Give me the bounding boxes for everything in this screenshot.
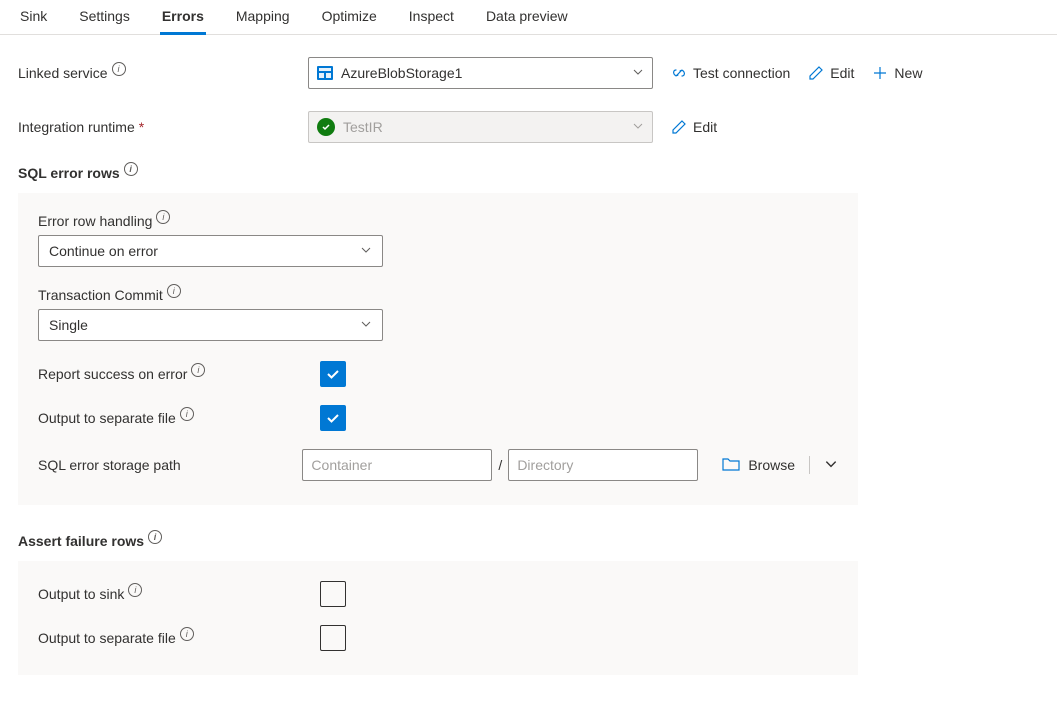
transaction-commit-select[interactable]: Single — [38, 309, 383, 341]
tab-optimize[interactable]: Optimize — [320, 8, 379, 35]
error-row-handling-label: Error row handling — [38, 213, 152, 229]
report-success-on-error-label: Report success on error — [38, 366, 187, 382]
required-indicator: * — [139, 119, 144, 135]
sql-error-storage-path-label: SQL error storage path — [38, 457, 302, 473]
info-icon[interactable]: i — [167, 284, 181, 298]
info-icon[interactable]: i — [191, 363, 205, 377]
integration-runtime-label: Integration runtime — [18, 119, 135, 135]
edit-linked-service-button[interactable]: Edit — [808, 65, 854, 81]
linked-service-value: AzureBlobStorage1 — [341, 65, 462, 81]
linked-service-select[interactable]: AzureBlobStorage1 — [308, 57, 653, 89]
browse-button[interactable]: Browse — [722, 456, 795, 475]
tab-mapping[interactable]: Mapping — [234, 8, 292, 35]
assert-failure-rows-title: Assert failure rows — [18, 533, 144, 549]
success-check-icon — [317, 118, 335, 136]
chevron-down-icon — [632, 119, 644, 135]
chevron-down-icon — [360, 243, 372, 259]
tab-errors[interactable]: Errors — [160, 8, 206, 35]
directory-input[interactable] — [508, 449, 698, 481]
sql-error-rows-panel: Error row handling i Continue on error T… — [18, 193, 858, 505]
browse-more-chevron[interactable] — [824, 457, 838, 474]
tab-settings[interactable]: Settings — [77, 8, 132, 35]
info-icon[interactable]: i — [112, 62, 126, 76]
divider — [809, 456, 810, 474]
plus-icon — [872, 65, 888, 81]
transaction-commit-label: Transaction Commit — [38, 287, 163, 303]
path-separator: / — [498, 457, 502, 473]
error-row-handling-select[interactable]: Continue on error — [38, 235, 383, 267]
tab-bar: Sink Settings Errors Mapping Optimize In… — [0, 0, 1057, 35]
info-icon[interactable]: i — [128, 583, 142, 597]
folder-icon — [722, 456, 740, 475]
assert-failure-rows-panel: Output to sink i Output to separate file… — [18, 561, 858, 675]
output-to-separate-file-checkbox[interactable] — [320, 405, 346, 431]
integration-runtime-value: TestIR — [343, 119, 383, 135]
chevron-down-icon — [360, 317, 372, 333]
chevron-down-icon — [632, 65, 644, 81]
report-success-on-error-checkbox[interactable] — [320, 361, 346, 387]
new-linked-service-button[interactable]: New — [872, 65, 922, 81]
tab-sink[interactable]: Sink — [18, 8, 49, 35]
output-to-separate-file-label: Output to separate file — [38, 410, 176, 426]
transaction-commit-value: Single — [49, 317, 88, 333]
sql-error-rows-title: SQL error rows — [18, 165, 120, 181]
info-icon[interactable]: i — [124, 162, 138, 176]
container-input[interactable] — [302, 449, 492, 481]
test-connection-button[interactable]: Test connection — [671, 65, 790, 81]
info-icon[interactable]: i — [148, 530, 162, 544]
linked-service-label: Linked service — [18, 65, 108, 81]
tab-data-preview[interactable]: Data preview — [484, 8, 570, 35]
edit-integration-runtime-button[interactable]: Edit — [671, 119, 717, 135]
assert-output-to-separate-file-checkbox[interactable] — [320, 625, 346, 651]
info-icon[interactable]: i — [180, 627, 194, 641]
assert-output-to-separate-file-label: Output to separate file — [38, 630, 176, 646]
error-row-handling-value: Continue on error — [49, 243, 158, 259]
pencil-icon — [808, 65, 824, 81]
azure-blob-storage-icon — [317, 65, 333, 81]
connection-icon — [671, 65, 687, 81]
integration-runtime-select[interactable]: TestIR — [308, 111, 653, 143]
info-icon[interactable]: i — [156, 210, 170, 224]
tab-inspect[interactable]: Inspect — [407, 8, 456, 35]
pencil-icon — [671, 119, 687, 135]
output-to-sink-checkbox[interactable] — [320, 581, 346, 607]
info-icon[interactable]: i — [180, 407, 194, 421]
output-to-sink-label: Output to sink — [38, 586, 124, 602]
